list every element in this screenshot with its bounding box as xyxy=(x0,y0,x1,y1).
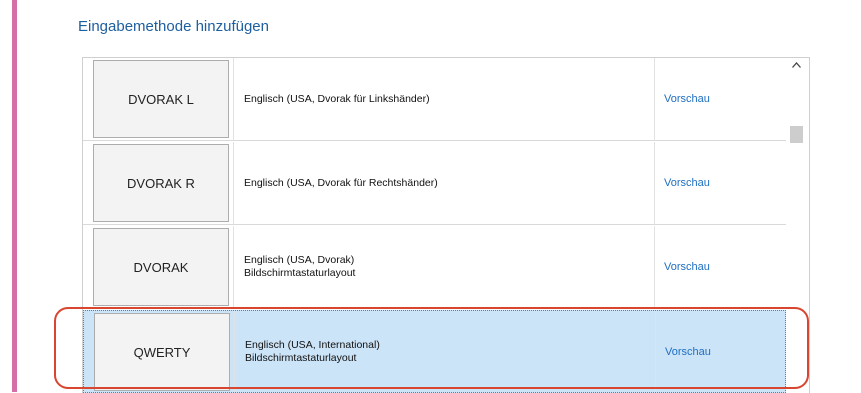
keyboard-key-dvorak-l[interactable]: DVORAK L xyxy=(93,60,229,138)
column-divider xyxy=(233,58,234,140)
preview-link[interactable]: Vorschau xyxy=(664,142,710,224)
preview-link[interactable]: Vorschau xyxy=(665,311,711,392)
input-method-list[interactable]: DVORAK L Englisch (USA, Dvorak für Links… xyxy=(82,57,810,393)
keyboard-key-dvorak[interactable]: DVORAK xyxy=(93,228,229,306)
layout-description: Englisch (USA, Dvorak) Bildschirmtastatu… xyxy=(244,226,355,308)
list-item-dvorak-l[interactable]: DVORAK L Englisch (USA, Dvorak für Links… xyxy=(83,58,786,141)
column-divider xyxy=(233,226,234,308)
layout-name: Englisch (USA, Dvorak für Linkshänder) xyxy=(244,92,430,105)
list-item-dvorak-r[interactable]: DVORAK R Englisch (USA, Dvorak für Recht… xyxy=(83,142,786,225)
column-divider xyxy=(654,226,655,308)
list-item-dvorak[interactable]: DVORAK Englisch (USA, Dvorak) Bildschirm… xyxy=(83,226,786,309)
vertical-scrollbar[interactable] xyxy=(788,58,805,393)
layout-description: Englisch (USA, Dvorak für Rechtshänder) xyxy=(244,142,438,224)
column-divider xyxy=(234,311,235,392)
column-divider xyxy=(233,142,234,224)
preview-link[interactable]: Vorschau xyxy=(664,226,710,308)
column-divider xyxy=(655,311,656,392)
accent-bar xyxy=(12,0,17,392)
layout-description: Englisch (USA, International) Bildschirm… xyxy=(245,311,380,392)
layout-name: Englisch (USA, International) xyxy=(245,338,380,351)
column-divider xyxy=(654,58,655,140)
layout-type: Bildschirmtastaturlayout xyxy=(245,351,357,364)
keyboard-key-dvorak-r[interactable]: DVORAK R xyxy=(93,144,229,222)
layout-name: Englisch (USA, Dvorak für Rechtshänder) xyxy=(244,176,438,189)
layout-description: Englisch (USA, Dvorak für Linkshänder) xyxy=(244,58,430,140)
column-divider xyxy=(654,142,655,224)
preview-link[interactable]: Vorschau xyxy=(664,58,710,140)
chevron-up-icon[interactable] xyxy=(788,60,805,72)
scrollbar-thumb[interactable] xyxy=(790,126,803,143)
keyboard-key-qwerty[interactable]: QWERTY xyxy=(94,313,230,391)
list-item-qwerty[interactable]: QWERTY Englisch (USA, International) Bil… xyxy=(83,310,786,393)
layout-name: Englisch (USA, Dvorak) xyxy=(244,254,355,266)
page-title: Eingabemethode hinzufügen xyxy=(78,18,269,35)
layout-type: Bildschirmtastaturlayout xyxy=(244,267,356,279)
